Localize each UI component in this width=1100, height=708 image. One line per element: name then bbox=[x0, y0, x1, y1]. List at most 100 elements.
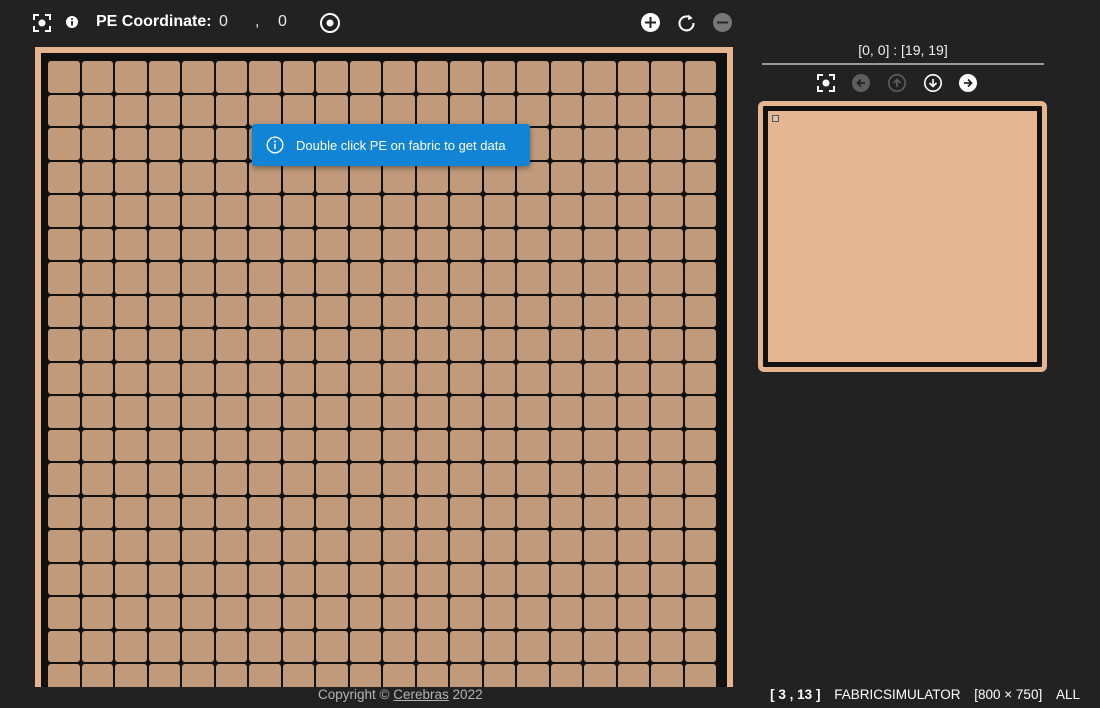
pe-cell[interactable] bbox=[148, 295, 180, 327]
pe-cell[interactable] bbox=[383, 664, 415, 687]
pe-cell[interactable] bbox=[550, 161, 582, 193]
pe-cell[interactable] bbox=[182, 530, 214, 562]
minimap-fabric-area[interactable] bbox=[768, 111, 1037, 362]
pe-cell[interactable] bbox=[115, 61, 147, 93]
pe-cell[interactable] bbox=[550, 228, 582, 260]
pe-cell[interactable] bbox=[249, 463, 281, 495]
pe-cell[interactable] bbox=[517, 530, 549, 562]
pe-cell[interactable] bbox=[483, 463, 515, 495]
pe-cell[interactable] bbox=[550, 429, 582, 461]
pe-cell[interactable] bbox=[81, 195, 113, 227]
pe-cell[interactable] bbox=[483, 630, 515, 662]
pe-cell[interactable] bbox=[684, 195, 716, 227]
pe-cell[interactable] bbox=[450, 597, 482, 629]
pe-cell[interactable] bbox=[383, 496, 415, 528]
pe-cell[interactable] bbox=[617, 61, 649, 93]
pe-cell[interactable] bbox=[182, 128, 214, 160]
pe-cell[interactable] bbox=[215, 228, 247, 260]
pe-cell[interactable] bbox=[115, 563, 147, 595]
pe-cell[interactable] bbox=[349, 195, 381, 227]
pe-cell[interactable] bbox=[450, 396, 482, 428]
pe-cell[interactable] bbox=[282, 563, 314, 595]
pe-cell[interactable] bbox=[617, 563, 649, 595]
target-icon[interactable] bbox=[319, 12, 341, 34]
pe-cell[interactable] bbox=[617, 228, 649, 260]
pe-cell[interactable] bbox=[517, 161, 549, 193]
pe-cell[interactable] bbox=[651, 161, 683, 193]
pe-cell[interactable] bbox=[617, 463, 649, 495]
pe-cell[interactable] bbox=[584, 362, 616, 394]
pe-cell[interactable] bbox=[48, 630, 80, 662]
pe-cell[interactable] bbox=[282, 396, 314, 428]
pe-cell[interactable] bbox=[282, 597, 314, 629]
pe-cell[interactable] bbox=[450, 496, 482, 528]
pe-cell[interactable] bbox=[450, 630, 482, 662]
pe-cell[interactable] bbox=[316, 597, 348, 629]
pe-cell[interactable] bbox=[316, 94, 348, 126]
pe-cell[interactable] bbox=[416, 463, 448, 495]
zoom-in-icon[interactable] bbox=[640, 12, 661, 33]
pe-cell[interactable] bbox=[282, 161, 314, 193]
pe-cell[interactable] bbox=[115, 161, 147, 193]
pe-cell[interactable] bbox=[316, 630, 348, 662]
pe-cell[interactable] bbox=[282, 362, 314, 394]
pe-cell[interactable] bbox=[483, 362, 515, 394]
pe-cell[interactable] bbox=[148, 362, 180, 394]
pe-cell[interactable] bbox=[517, 262, 549, 294]
pe-cell[interactable] bbox=[316, 161, 348, 193]
pe-cell[interactable] bbox=[584, 329, 616, 361]
pe-cell[interactable] bbox=[416, 295, 448, 327]
pe-cell[interactable] bbox=[115, 530, 147, 562]
pe-cell[interactable] bbox=[416, 429, 448, 461]
zoom-out-icon[interactable] bbox=[712, 12, 733, 33]
pe-cell[interactable] bbox=[282, 463, 314, 495]
pe-cell[interactable] bbox=[483, 563, 515, 595]
pe-cell[interactable] bbox=[617, 329, 649, 361]
pe-cell[interactable] bbox=[182, 362, 214, 394]
pe-cell[interactable] bbox=[450, 61, 482, 93]
pe-cell[interactable] bbox=[617, 530, 649, 562]
pe-cell[interactable] bbox=[215, 94, 247, 126]
pe-cell[interactable] bbox=[48, 228, 80, 260]
pe-cell[interactable] bbox=[651, 295, 683, 327]
pe-cell[interactable] bbox=[416, 228, 448, 260]
pe-cell[interactable] bbox=[48, 94, 80, 126]
pe-cell[interactable] bbox=[617, 94, 649, 126]
pe-cell[interactable] bbox=[416, 597, 448, 629]
pe-cell[interactable] bbox=[48, 128, 80, 160]
pe-cell[interactable] bbox=[383, 195, 415, 227]
pe-cell[interactable] bbox=[550, 295, 582, 327]
pe-cell[interactable] bbox=[617, 128, 649, 160]
pe-cell[interactable] bbox=[349, 630, 381, 662]
pe-cell[interactable] bbox=[115, 597, 147, 629]
pe-cell[interactable] bbox=[383, 295, 415, 327]
pe-cell[interactable] bbox=[282, 61, 314, 93]
pe-cell[interactable] bbox=[383, 396, 415, 428]
pe-cell[interactable] bbox=[148, 396, 180, 428]
pe-cell[interactable] bbox=[416, 362, 448, 394]
pe-cell[interactable] bbox=[182, 664, 214, 687]
pe-cell[interactable] bbox=[517, 329, 549, 361]
pe-cell[interactable] bbox=[349, 295, 381, 327]
pe-cell[interactable] bbox=[416, 161, 448, 193]
pe-cell[interactable] bbox=[617, 496, 649, 528]
pe-cell[interactable] bbox=[81, 496, 113, 528]
pe-cell[interactable] bbox=[148, 228, 180, 260]
pe-cell[interactable] bbox=[416, 496, 448, 528]
pe-cell[interactable] bbox=[684, 228, 716, 260]
pe-cell[interactable] bbox=[550, 61, 582, 93]
arrow-down-icon[interactable] bbox=[923, 73, 943, 93]
pe-cell[interactable] bbox=[684, 496, 716, 528]
pe-cell[interactable] bbox=[383, 630, 415, 662]
pe-cell[interactable] bbox=[651, 563, 683, 595]
pe-cell[interactable] bbox=[584, 128, 616, 160]
pe-cell[interactable] bbox=[450, 362, 482, 394]
pe-cell[interactable] bbox=[483, 329, 515, 361]
pe-cell[interactable] bbox=[282, 295, 314, 327]
pe-cell[interactable] bbox=[148, 161, 180, 193]
pe-cell[interactable] bbox=[550, 597, 582, 629]
pe-cell[interactable] bbox=[651, 664, 683, 687]
pe-cell[interactable] bbox=[316, 463, 348, 495]
pe-cell[interactable] bbox=[81, 61, 113, 93]
pe-cell[interactable] bbox=[349, 262, 381, 294]
